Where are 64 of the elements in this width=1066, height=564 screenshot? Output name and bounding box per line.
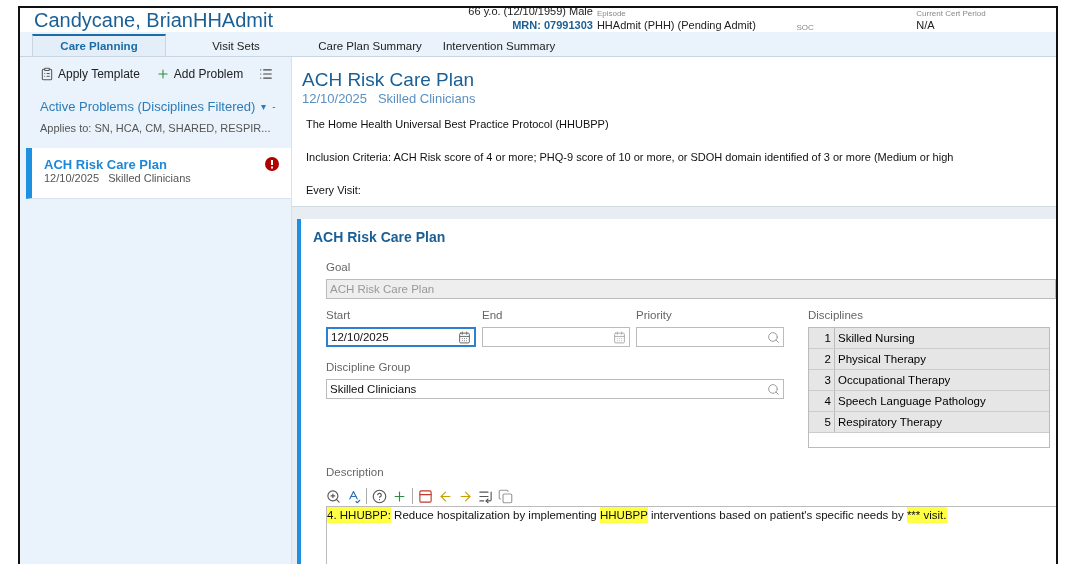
plus-icon	[392, 488, 407, 504]
cert-period-label: Current Cert Period	[916, 9, 986, 18]
problem-item[interactable]: ACH Risk Care Plan 12/10/2025 Skilled Clinicians	[26, 148, 291, 199]
search-icon	[767, 330, 780, 344]
cert-period: N/A	[916, 18, 935, 32]
search-icon	[767, 382, 780, 396]
episode-label: Episode	[596, 9, 626, 18]
demographics: 66 y.o. (12/10/1959) Male	[468, 8, 593, 18]
tab[interactable]: Intervention Summary	[434, 34, 564, 56]
calendar-icon	[613, 330, 626, 344]
tab[interactable]: Care Planning	[32, 34, 166, 56]
tab[interactable]: Visit Sets	[166, 34, 306, 56]
start-label: Start	[326, 309, 352, 321]
row-number: 5	[809, 412, 835, 432]
clipboard-icon	[40, 67, 54, 81]
priority-label: Priority	[636, 309, 673, 321]
plan-text: The Home Health Universal Best Practice Protocol (HHUBPP)	[306, 118, 610, 130]
plus-icon	[155, 67, 170, 81]
list-menu-button[interactable]	[259, 67, 274, 81]
problem-filter-dropdown[interactable]: Active Problems (Disciplines Filtered)	[40, 99, 256, 114]
dropdown-caret[interactable]: ▾	[261, 101, 267, 112]
table-cell: Respiratory Therapy	[835, 412, 1049, 432]
right-arrow-icon	[458, 488, 473, 504]
zoom-in-icon	[326, 488, 341, 504]
calendar-icon	[458, 330, 471, 344]
start-date-field[interactable]: 12/10/2025	[326, 327, 476, 347]
goal-label: Goal	[326, 261, 352, 273]
row-number: 3	[809, 370, 835, 390]
applies-to-text: Applies to: SN, HCA, CM, SHARED, RESPIR...	[40, 122, 272, 134]
plan-title: ACH Risk Care Plan	[302, 69, 476, 91]
problem-meta: 12/10/2025 Skilled Clinicians	[44, 172, 191, 184]
help-icon	[372, 488, 387, 504]
end-date-field[interactable]	[482, 327, 630, 347]
soc-label: SOC	[796, 23, 814, 32]
row-number: 1	[809, 328, 835, 348]
discipline-group-label: Discipline Group	[326, 361, 412, 373]
mrn: MRN: 07991303	[512, 18, 593, 32]
table-cell: Skilled Nursing	[835, 328, 1049, 348]
copy-icon	[498, 488, 513, 504]
apply-template-button[interactable]: Apply Template	[40, 67, 140, 81]
card-title: ACH Risk Care Plan	[313, 229, 447, 245]
add-problem-button[interactable]: Add Problem	[155, 67, 244, 81]
priority-field[interactable]	[636, 327, 784, 347]
discipline-group-field[interactable]: Skilled Clinicians	[326, 379, 784, 399]
disciplines-label: Disciplines	[808, 309, 864, 321]
tab[interactable]: Care Plan Summary	[306, 34, 434, 56]
spellcheck-icon	[346, 488, 361, 504]
end-label: End	[482, 309, 504, 321]
description-field[interactable]: 4. HHUBPP: Reduce hospitalization by implementing HHUBPP interventions based on patient's specific needs by *** visit.	[326, 506, 1056, 564]
table-cell: Speech Language Pathology	[835, 391, 1049, 411]
row-number: 2	[809, 349, 835, 369]
window-icon	[418, 488, 433, 504]
row-number: 4	[809, 391, 835, 411]
description-label: Description	[326, 466, 385, 478]
plan-text: Inclusion Criteria: ACH Risk score of 4 or more; PHQ-9 score of 10 or more, or SDOH domain identified of 3 or more (Medium or high	[306, 151, 955, 163]
plan-text: Every Visit:	[306, 184, 362, 196]
table-cell: Occupational Therapy	[835, 370, 1049, 390]
episode: HHAdmit (PHH) (Pending Admit)	[596, 18, 756, 32]
collapse-button[interactable]: -	[272, 101, 276, 112]
patient-name: Candycane, BrianHHAdmit	[34, 8, 274, 32]
list-icon	[478, 488, 493, 504]
problem-title: ACH Risk Care Plan	[44, 157, 168, 172]
plan-subtitle: 12/10/2025 Skilled Clinicians	[302, 91, 477, 106]
table-cell: Physical Therapy	[835, 349, 1049, 369]
